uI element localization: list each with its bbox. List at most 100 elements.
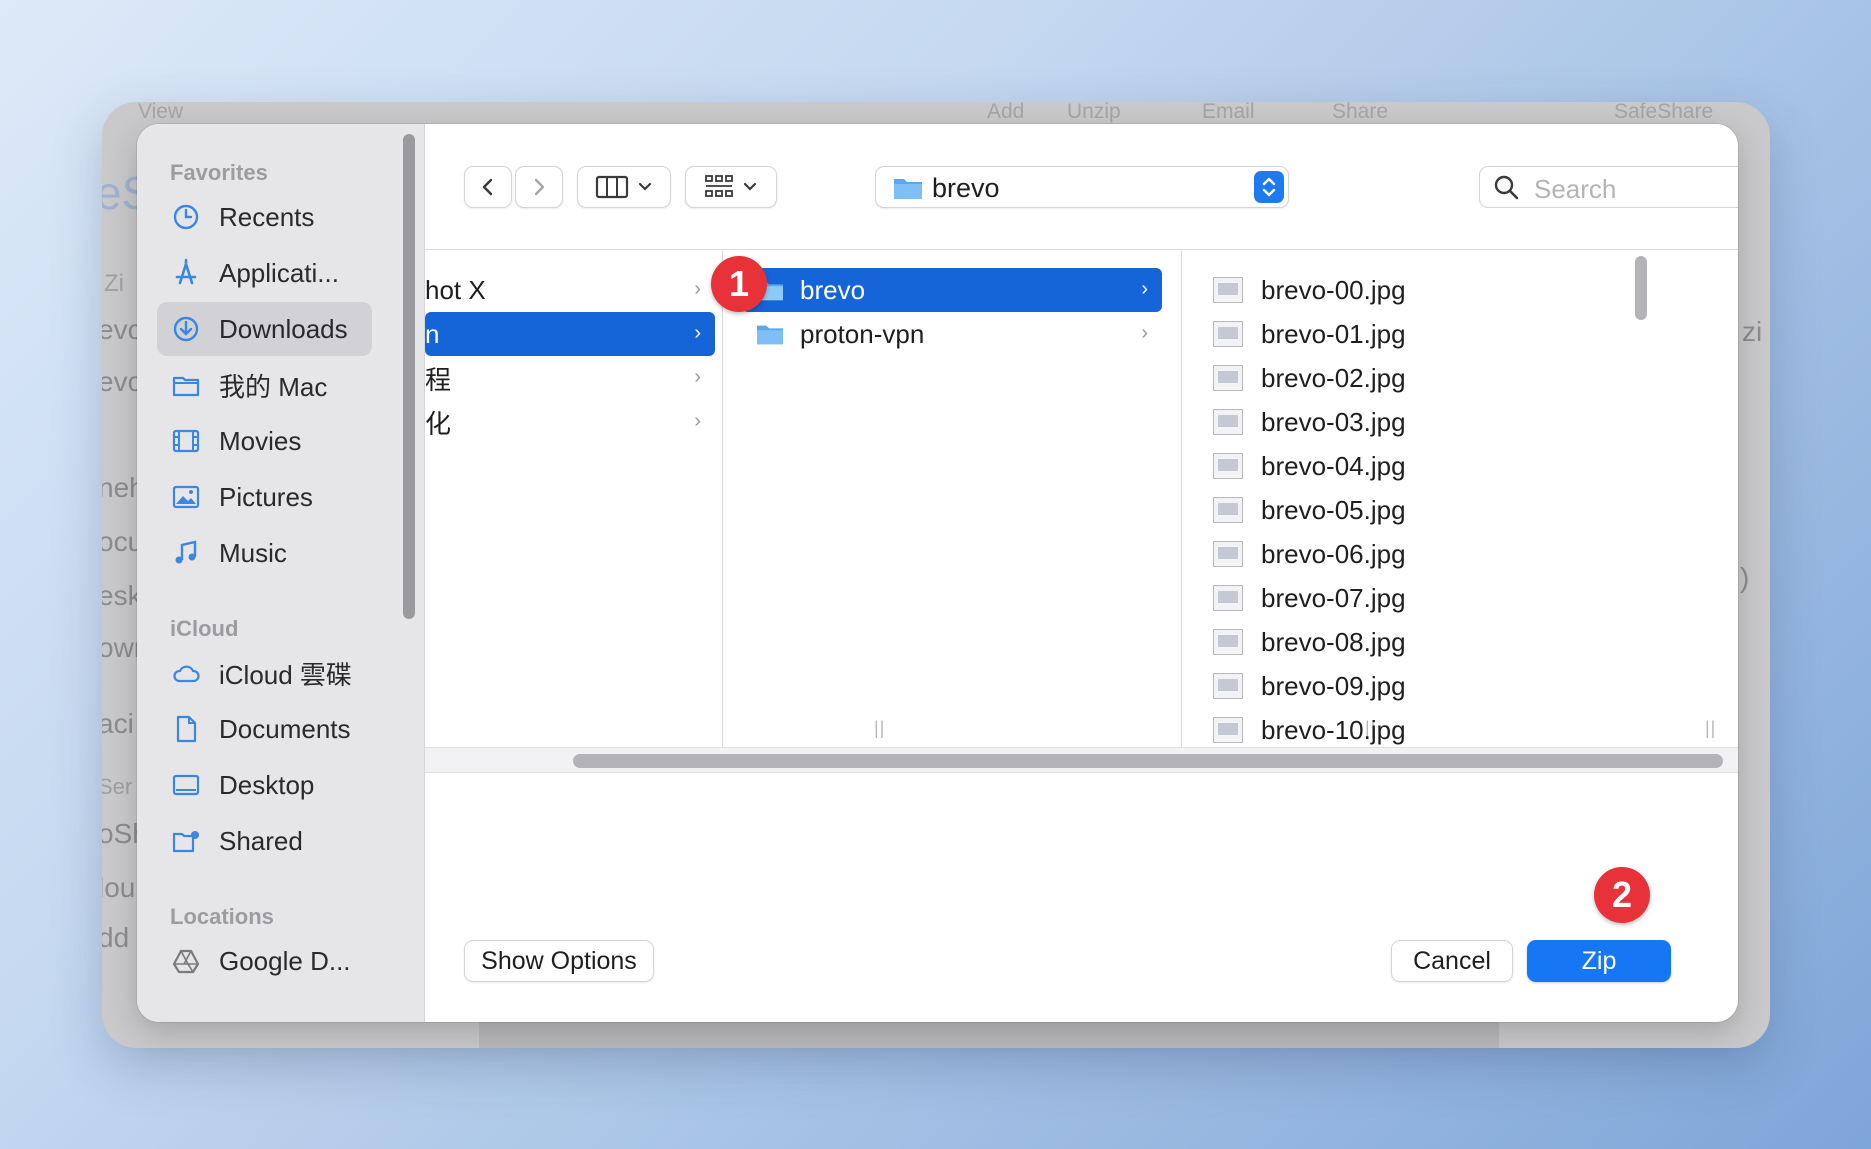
item-label: brevo [800, 274, 866, 305]
chevron-right-icon: › [694, 278, 701, 300]
sidebar-item-downloads[interactable]: Downloads [157, 302, 372, 356]
file-label: brevo-00.jpg [1261, 274, 1406, 305]
list-item[interactable]: hot X › [425, 268, 715, 312]
sidebar-item-label: Google D... [219, 945, 351, 976]
download-icon [171, 314, 201, 344]
list-item[interactable]: 化 › [425, 400, 715, 444]
sidebar-item-shared[interactable]: Shared [157, 814, 372, 868]
forward-button[interactable] [515, 166, 563, 208]
annotation-badge-1: 1 [711, 256, 767, 312]
column-view-icon [595, 175, 629, 199]
column-folder: brevo › proton-vpn › [735, 250, 1182, 747]
shared-folder-icon [171, 826, 201, 856]
location-label: brevo [932, 173, 1000, 203]
image-file-icon [1213, 497, 1243, 523]
sidebar-scrollbar[interactable] [403, 134, 415, 619]
image-file-icon [1213, 673, 1243, 699]
item-label: hot X [425, 274, 486, 305]
music-note-icon [171, 538, 201, 568]
list-item[interactable]: 程 › [425, 356, 715, 400]
toolbar: brevo Search [425, 124, 1738, 250]
main-panel: brevo Search hot X › n › 程 › 化 › || brev… [425, 124, 1738, 1022]
group-button[interactable] [685, 166, 777, 208]
bg-email-label: Email [1202, 102, 1255, 123]
image-file-icon [1213, 541, 1243, 567]
file-item[interactable]: brevo-04.jpg [1213, 444, 1603, 488]
horizontal-scroll-thumb[interactable] [573, 754, 1723, 768]
sidebar-item-label: Recents [219, 201, 315, 232]
chevron-left-icon [482, 178, 493, 196]
files-scrollbar[interactable] [1635, 256, 1647, 320]
bg-fragment: Zi [104, 270, 124, 297]
location-popup[interactable]: brevo [875, 166, 1289, 208]
file-item[interactable]: brevo-08.jpg [1213, 620, 1603, 664]
folder-item-proton-vpn[interactable]: proton-vpn › [742, 312, 1162, 356]
sidebar-item-movies[interactable]: Movies [157, 414, 372, 468]
file-item[interactable]: brevo-10.jpg [1213, 708, 1603, 747]
sidebar-item-my-mac[interactable]: 我的 Mac [157, 358, 372, 412]
save-dialog: Favorites Recents Applicati... Downloads… [137, 124, 1738, 1022]
back-button[interactable] [464, 166, 512, 208]
annotation-badge-2: 2 [1594, 867, 1650, 923]
item-label: n [425, 318, 440, 349]
grid-icon [705, 175, 733, 197]
file-item[interactable]: brevo-01.jpg [1213, 312, 1603, 356]
show-options-button[interactable]: Show Options [464, 940, 654, 982]
bg-bottom-strip [479, 1022, 1499, 1048]
search-field[interactable]: Search [1479, 166, 1738, 208]
sidebar-item-label: Shared [219, 825, 303, 856]
image-file-icon [1213, 321, 1243, 347]
sidebar-item-desktop[interactable]: Desktop [157, 758, 372, 812]
sidebar-item-documents[interactable]: Documents [157, 702, 372, 756]
file-label: brevo-06.jpg [1261, 538, 1406, 569]
file-item[interactable]: brevo-07.jpg [1213, 576, 1603, 620]
sidebar-item-label: Pictures [219, 481, 313, 512]
background-toolbar: View Add Unzip Email Share SafeShare [102, 102, 1770, 126]
chevron-right-icon: › [694, 410, 701, 432]
sidebar-item-applications[interactable]: Applicati... [157, 246, 372, 300]
sidebar-item-label: Desktop [219, 769, 315, 800]
sidebar-item-icloud-drive[interactable]: iCloud 雲碟 [157, 646, 372, 700]
folder-item-brevo[interactable]: brevo › [742, 268, 1162, 312]
chevron-right-icon: › [694, 322, 701, 344]
list-item-selected[interactable]: n › [425, 312, 715, 356]
file-item[interactable]: brevo-05.jpg [1213, 488, 1603, 532]
sidebar-item-label: Documents [219, 713, 351, 744]
folder-icon [754, 321, 786, 347]
item-label: proton-vpn [800, 318, 925, 349]
file-label: brevo-07.jpg [1261, 582, 1406, 613]
chevron-right-icon: › [1141, 278, 1148, 300]
file-item[interactable]: brevo-06.jpg [1213, 532, 1603, 576]
search-icon [1492, 173, 1520, 206]
sidebar-item-label: Movies [219, 425, 302, 456]
horizontal-scrollbar[interactable] [425, 747, 1738, 773]
file-label: brevo-09.jpg [1261, 670, 1406, 701]
file-item[interactable]: brevo-03.jpg [1213, 400, 1603, 444]
sidebar-item-google-drive[interactable]: Google D... [157, 934, 372, 988]
file-item[interactable]: brevo-00.jpg [1213, 268, 1603, 312]
cancel-button[interactable]: Cancel [1391, 940, 1513, 982]
search-placeholder: Search [1534, 174, 1617, 204]
zip-button[interactable]: Zip [1527, 940, 1671, 982]
file-item[interactable]: brevo-09.jpg [1213, 664, 1603, 708]
item-label: 化 [425, 408, 452, 439]
sidebar-item-recents[interactable]: Recents [157, 190, 372, 244]
bg-unzip-label: Unzip [1067, 102, 1121, 123]
sidebar-item-label: iCloud 雲碟 [219, 659, 352, 690]
view-mode-button[interactable] [577, 166, 671, 208]
file-label: brevo-10.jpg [1261, 714, 1406, 745]
folder-icon [171, 370, 201, 400]
file-item[interactable]: brevo-02.jpg [1213, 356, 1603, 400]
sidebar-item-pictures[interactable]: Pictures [157, 470, 372, 524]
icloud-title: iCloud [170, 616, 239, 641]
google-drive-icon [171, 946, 201, 976]
file-label: brevo-05.jpg [1261, 494, 1406, 525]
bg-share-label: Share [1332, 102, 1389, 123]
file-label: brevo-03.jpg [1261, 406, 1406, 437]
chevron-down-icon [743, 182, 757, 191]
column-resize-handle[interactable]: || [1705, 718, 1716, 739]
photo-icon [171, 482, 201, 512]
image-file-icon [1213, 277, 1243, 303]
image-file-icon [1213, 365, 1243, 391]
sidebar-item-music[interactable]: Music [157, 526, 372, 580]
